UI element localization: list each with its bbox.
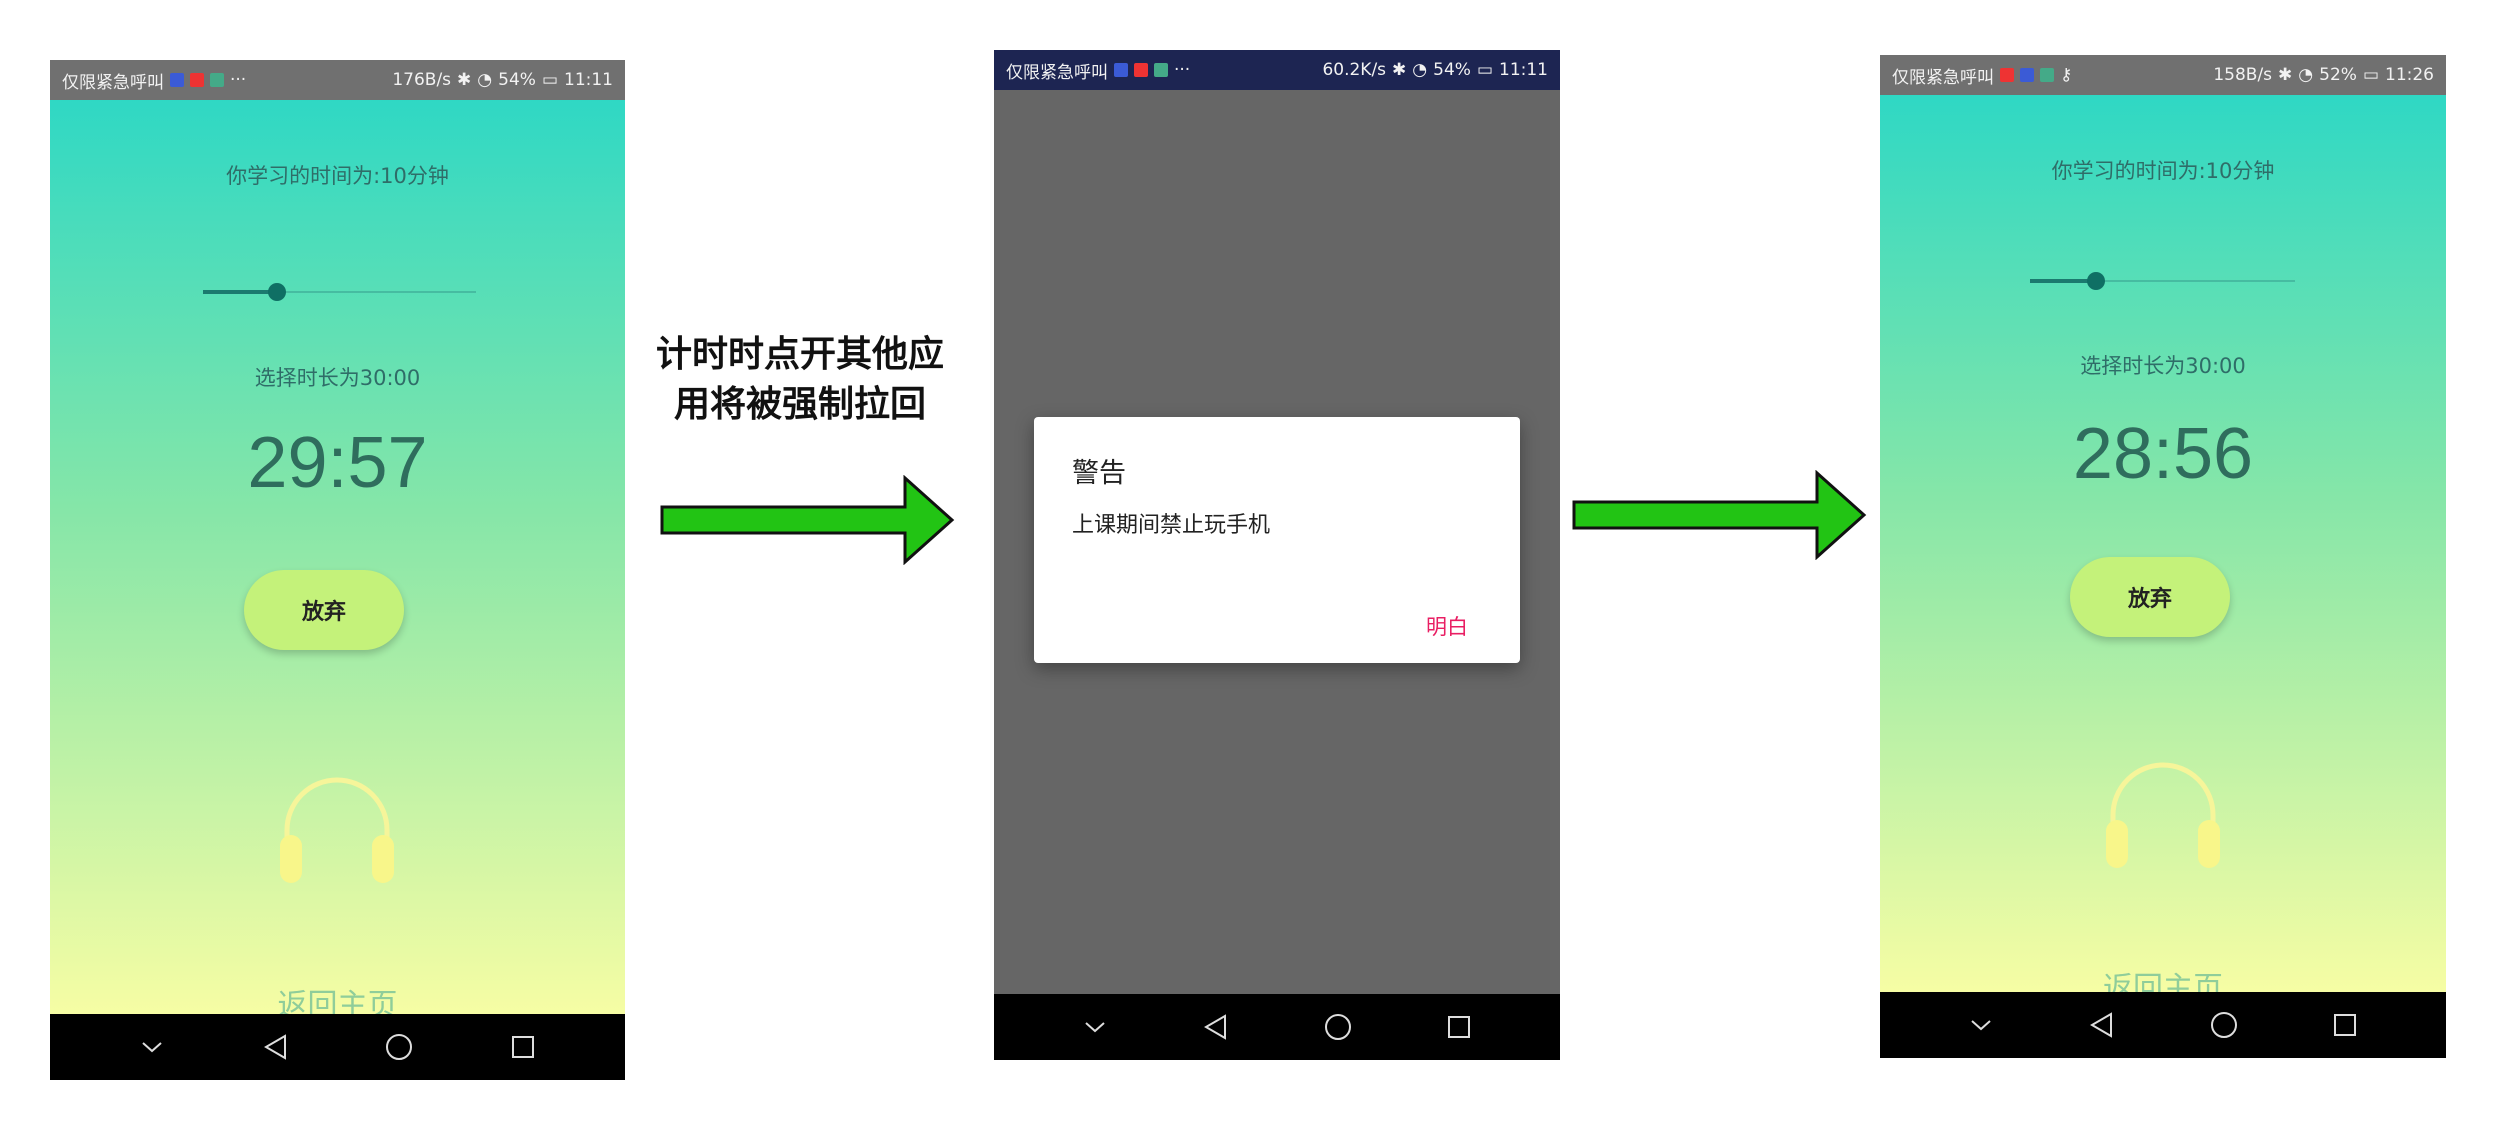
back-icon[interactable]: [2082, 1005, 2122, 1045]
duration-label: 选择时长为30:00: [2080, 354, 2246, 378]
dialog-ok-button[interactable]: 明白: [1422, 607, 1472, 645]
dialog-message: 上课期间禁止玩手机: [1072, 513, 1271, 538]
status-bar: 仅限紧急呼叫 ··· 176B/s ✱ ◔ 54% ▭ 11:11: [50, 60, 625, 100]
duration-slider[interactable]: [203, 282, 476, 302]
battery-icon: ▭: [541, 70, 558, 90]
caption-line: 用将被强制拉回: [673, 384, 926, 425]
notification-icon: [2040, 68, 2054, 82]
collapse-icon[interactable]: [1075, 1007, 1115, 1047]
back-icon[interactable]: [256, 1027, 296, 1067]
recents-icon[interactable]: [503, 1027, 543, 1067]
bluetooth-icon: ✱: [1392, 60, 1407, 80]
app-screen: 你学习的时间为:10分钟 选择时长为30:00 29:57 放弃 返回主页: [50, 100, 625, 1023]
network-speed: 158B/s: [2213, 65, 2273, 85]
battery-percent: 52%: [2319, 65, 2357, 85]
clock: 11:26: [2385, 65, 2434, 85]
navigation-bar: [50, 1014, 625, 1080]
notification-icon: [1154, 63, 1168, 77]
warning-dialog: 警告 上课期间禁止玩手机 明白: [1034, 417, 1520, 663]
slider-thumb[interactable]: [2087, 272, 2106, 290]
notification-icon: [2000, 68, 2014, 82]
countdown-timer: 28:56: [2072, 414, 2254, 494]
dialog-title: 警告: [1072, 458, 1126, 489]
duration-label: 选择时长为30:00: [254, 366, 421, 390]
home-icon[interactable]: [1318, 1007, 1358, 1047]
arrow-right-icon: [660, 475, 955, 565]
headphones-icon: [2106, 762, 2220, 868]
status-bar: 仅限紧急呼叫 ⚷ 158B/s ✱ ◔ 52% ▭ 11:26: [1880, 55, 2446, 95]
more-icon: ···: [1174, 60, 1191, 80]
bluetooth-icon: ✱: [2278, 65, 2293, 85]
phone-screen-3: 仅限紧急呼叫 ⚷ 158B/s ✱ ◔ 52% ▭ 11:26 你学习的时间为:…: [1880, 55, 2446, 1058]
battery-icon: ▭: [1476, 60, 1493, 80]
status-bar: 仅限紧急呼叫 ··· 60.2K/s ✱ ◔ 54% ▭ 11:11: [994, 50, 1560, 90]
study-time-label: 你学习的时间为:10分钟: [2051, 159, 2275, 183]
notification-icon: [190, 73, 204, 87]
bluetooth-icon: ✱: [457, 70, 472, 90]
clock: 11:11: [564, 70, 613, 90]
give-up-button[interactable]: 放弃: [2070, 557, 2230, 637]
battery-percent: 54%: [498, 70, 536, 90]
notification-icon: [1114, 63, 1128, 77]
phone-screen-1: 仅限紧急呼叫 ··· 176B/s ✱ ◔ 54% ▭ 11:11 你学习的时间…: [50, 60, 625, 1080]
recents-icon[interactable]: [2325, 1005, 2365, 1045]
carrier-text: 仅限紧急呼叫: [62, 72, 164, 93]
slider-thumb[interactable]: [267, 283, 286, 301]
wifi-icon: ◔: [2298, 65, 2314, 85]
countdown-timer: 29:57: [247, 423, 428, 503]
network-speed: 60.2K/s: [1322, 60, 1387, 80]
wifi-icon: ◔: [1412, 60, 1428, 80]
network-speed: 176B/s: [392, 70, 452, 90]
app-screen: 你学习的时间为:10分钟 选择时长为30:00 28:56 放弃 返回主页: [1880, 95, 2446, 1006]
collapse-icon[interactable]: [132, 1027, 172, 1067]
notification-icon: [210, 73, 224, 87]
caption-line: 计时时点开其他应: [655, 334, 944, 375]
navigation-bar: [1880, 992, 2446, 1058]
headphones-icon: [280, 777, 394, 883]
carrier-text: 仅限紧急呼叫: [1006, 62, 1108, 83]
clock: 11:11: [1499, 60, 1548, 80]
home-icon[interactable]: [2204, 1005, 2244, 1045]
slider-active-track: [203, 290, 277, 294]
carrier-text: 仅限紧急呼叫: [1892, 67, 1994, 88]
battery-icon: ▭: [2362, 65, 2379, 85]
arrow-right-icon: [1572, 470, 1867, 560]
battery-percent: 54%: [1433, 60, 1471, 80]
navigation-bar: [994, 994, 1560, 1060]
notification-icon: [2020, 68, 2034, 82]
explanation-caption: 计时时点开其他应 用将被强制拉回: [630, 330, 970, 430]
duration-slider[interactable]: [2030, 271, 2295, 291]
home-icon[interactable]: [379, 1027, 419, 1067]
phone-screen-2: 仅限紧急呼叫 ··· 60.2K/s ✱ ◔ 54% ▭ 11:11 警告 上课…: [994, 50, 1560, 1060]
collapse-icon[interactable]: [1961, 1005, 2001, 1045]
recents-icon[interactable]: [1439, 1007, 1479, 1047]
give-up-button[interactable]: 放弃: [244, 570, 404, 650]
notification-icon: [1134, 63, 1148, 77]
more-icon: ···: [230, 70, 247, 90]
key-icon: ⚷: [2060, 65, 2073, 85]
back-icon[interactable]: [1196, 1007, 1236, 1047]
wifi-icon: ◔: [477, 70, 493, 90]
notification-icon: [170, 73, 184, 87]
study-time-label: 你学习的时间为:10分钟: [226, 164, 449, 188]
